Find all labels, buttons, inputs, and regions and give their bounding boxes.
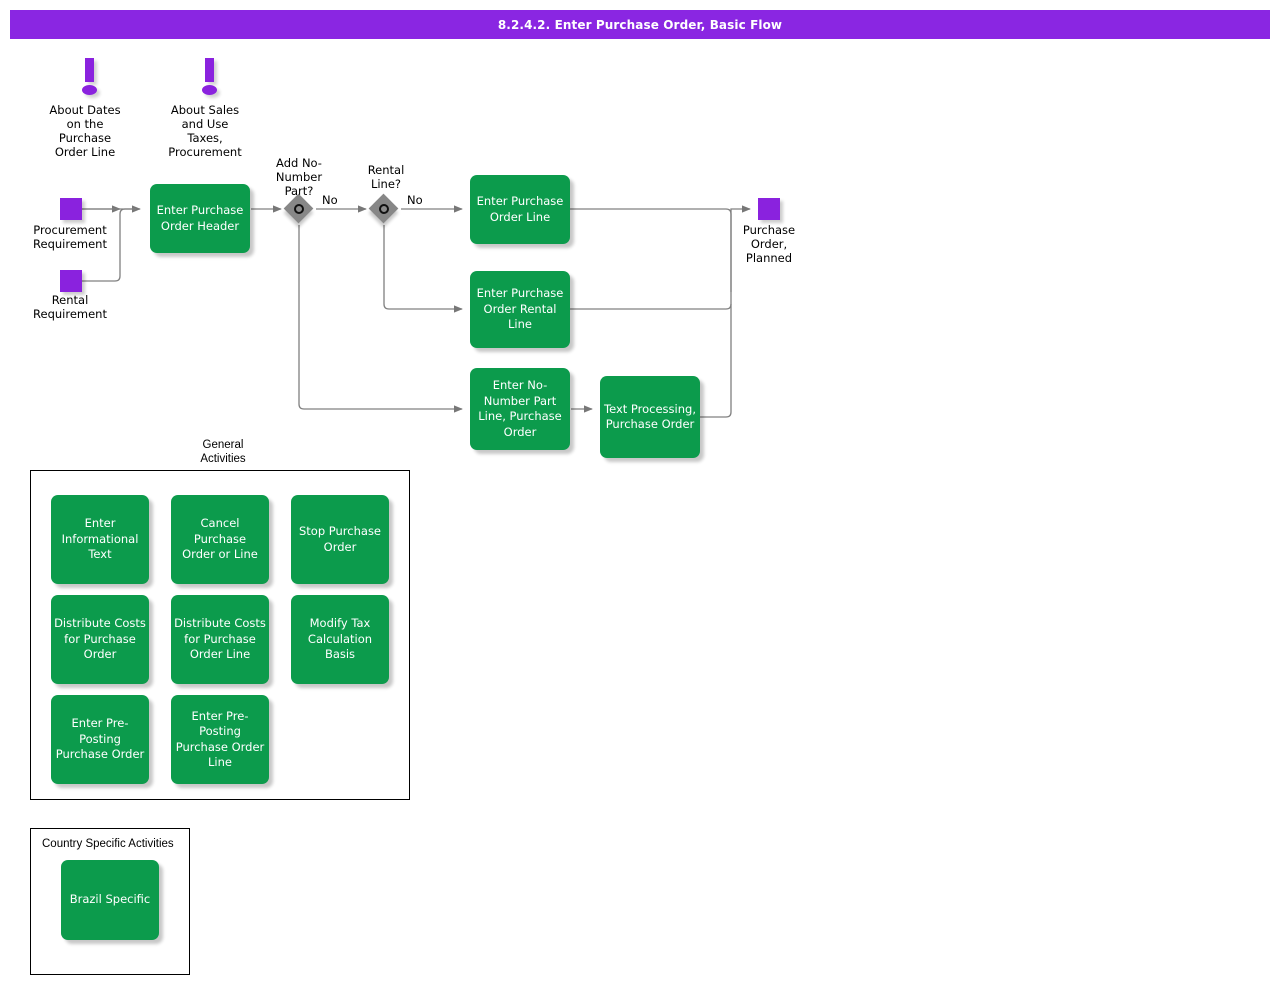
diagram-title-bar: 8.2.4.2. Enter Purchase Order, Basic Flo… [10, 10, 1270, 39]
activity-distribute-costs-for-purchase-order-label: Distribute Costs for Purchase Order [54, 616, 146, 662]
exclamation-dot-icon [202, 85, 217, 95]
decision-rental-line[interactable] [368, 193, 401, 226]
process-enter-purchase-order-header[interactable]: Enter Purchase Order Header [150, 184, 250, 253]
edge-label-add-no-number-part-no: No [322, 193, 338, 207]
note-about-sales-and-use-taxes-label: About Sales and Use Taxes, Procurement [168, 103, 242, 159]
activity-cancel-purchase-order-or-line[interactable]: Cancel Purchase Order or Line [171, 495, 269, 584]
decision-dot-icon [378, 203, 389, 214]
country-specific-activities-title: Country Specific Activities [42, 838, 174, 850]
exclamation-dot-icon [82, 85, 97, 95]
activity-modify-tax-calculation-basis-label: Modify Tax Calculation Basis [307, 616, 373, 662]
terminal-procurement-requirement[interactable] [60, 198, 82, 220]
process-enter-purchase-order-rental-line-label: Enter Purchase Order Rental Line [476, 286, 564, 332]
process-enter-purchase-order-header-label: Enter Purchase Order Header [156, 203, 244, 233]
terminal-purchase-order-planned[interactable] [758, 198, 780, 220]
activity-distribute-costs-for-purchase-order-line[interactable]: Distribute Costs for Purchase Order Line [171, 595, 269, 684]
terminal-rental-requirement-label: Rental Requirement [33, 293, 107, 321]
terminal-purchase-order-planned-label: Purchase Order, Planned [742, 223, 796, 265]
diagram-canvas: 8.2.4.2. Enter Purchase Order, Basic Flo… [0, 0, 1280, 985]
activity-stop-purchase-order[interactable]: Stop Purchase Order [291, 495, 389, 584]
edge-label-rental-line-no: No [407, 193, 423, 207]
process-enter-no-number-part-line-label: Enter No- Number Part Line, Purchase Ord… [478, 378, 562, 439]
process-text-processing-purchase-order-label: Text Processing, Purchase Order [604, 401, 696, 432]
activity-modify-tax-calculation-basis[interactable]: Modify Tax Calculation Basis [291, 595, 389, 684]
general-activities-title: General Activities [200, 439, 246, 465]
activity-enter-informational-text[interactable]: Enter Informational Text [51, 495, 149, 584]
activity-enter-pre-posting-purchase-order-label: Enter Pre- Posting Purchase Order [55, 716, 145, 762]
note-about-dates[interactable] [76, 58, 106, 98]
process-text-processing-purchase-order[interactable]: Text Processing, Purchase Order [600, 376, 700, 458]
activity-brazil-specific-label: Brazil Specific [69, 892, 151, 907]
decision-rental-line-label: Rental Line? [367, 163, 405, 191]
activity-cancel-purchase-order-or-line-label: Cancel Purchase Order or Line [182, 516, 258, 562]
terminal-rental-requirement[interactable] [60, 270, 82, 292]
process-enter-no-number-part-line[interactable]: Enter No- Number Part Line, Purchase Ord… [470, 368, 570, 450]
activity-brazil-specific[interactable]: Brazil Specific [61, 860, 159, 940]
decision-add-no-number-part[interactable] [283, 193, 316, 226]
activity-enter-informational-text-label: Enter Informational Text [61, 516, 139, 562]
process-enter-purchase-order-line-label: Enter Purchase Order Line [476, 194, 564, 224]
decision-add-no-number-part-label: Add No- Number Part? [275, 156, 323, 198]
activity-enter-pre-posting-purchase-order[interactable]: Enter Pre- Posting Purchase Order [51, 695, 149, 784]
activity-enter-pre-posting-purchase-order-line[interactable]: Enter Pre- Posting Purchase Order Line [171, 695, 269, 784]
note-about-sales-and-use-taxes[interactable] [196, 58, 226, 98]
process-enter-purchase-order-line[interactable]: Enter Purchase Order Line [470, 175, 570, 244]
terminal-procurement-requirement-label: Procurement Requirement [33, 223, 107, 251]
process-enter-purchase-order-rental-line[interactable]: Enter Purchase Order Rental Line [470, 271, 570, 348]
page-title: 8.2.4.2. Enter Purchase Order, Basic Flo… [497, 17, 783, 32]
activity-stop-purchase-order-label: Stop Purchase Order [298, 524, 382, 554]
activity-enter-pre-posting-purchase-order-line-label: Enter Pre- Posting Purchase Order Line [175, 708, 265, 770]
exclamation-icon [85, 58, 94, 82]
exclamation-icon [205, 58, 214, 82]
activity-distribute-costs-for-purchase-order-line-label: Distribute Costs for Purchase Order Line [174, 616, 266, 662]
activity-distribute-costs-for-purchase-order[interactable]: Distribute Costs for Purchase Order [51, 595, 149, 684]
decision-dot-icon [293, 203, 304, 214]
note-about-dates-label: About Dates on the Purchase Order Line [49, 103, 121, 159]
